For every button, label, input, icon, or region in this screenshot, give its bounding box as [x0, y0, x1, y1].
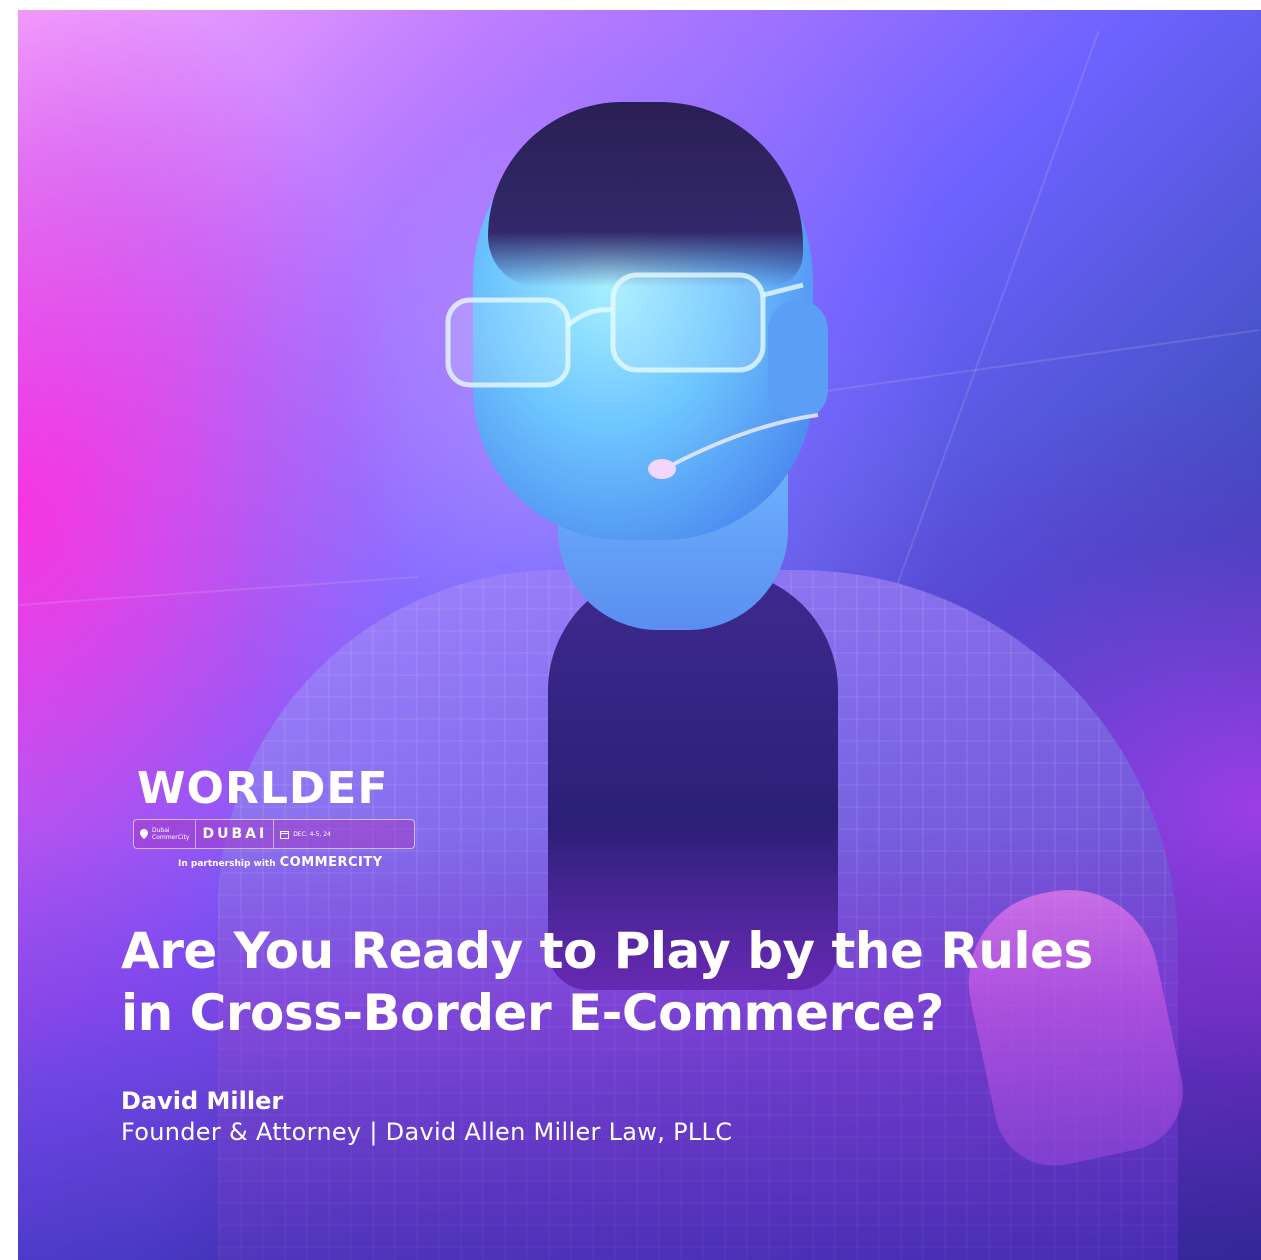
logo-info-bar: Dubai CommerCity DUBAI DEC. 4-5, 24	[133, 819, 415, 849]
location-line-2: CommerCity	[152, 834, 190, 841]
speaker-name: David Miller	[121, 1087, 284, 1115]
partner-text: In partnership with	[178, 859, 276, 869]
event-poster: WORLDEF Dubai CommerCity DUBAI DEC. 4-5,…	[18, 10, 1261, 1260]
partnership-line: In partnership with COMMERCITY	[178, 855, 433, 870]
event-date: DEC. 4-5, 24	[293, 830, 331, 838]
logo-city: DUBAI	[195, 820, 273, 848]
headline-line-1: Are You Ready to Play by the Rules	[121, 922, 1093, 980]
headset-mic-icon	[648, 413, 819, 479]
location-line-1: Dubai	[152, 827, 170, 834]
calendar-icon	[280, 830, 290, 839]
text-shade-overlay	[18, 830, 1261, 1260]
event-logo: WORLDEF Dubai CommerCity DUBAI DEC. 4-5,…	[133, 765, 433, 870]
glasses-icon	[445, 272, 804, 388]
location-pin-icon	[140, 829, 148, 839]
speaker-title: Founder & Attorney | David Allen Miller …	[121, 1118, 733, 1146]
session-headline: Are You Ready to Play by the Rules in Cr…	[121, 920, 1221, 1044]
logo-location: Dubai CommerCity	[134, 820, 195, 848]
logo-date: DEC. 4-5, 24	[273, 820, 337, 848]
logo-wordmark: WORLDEF	[137, 763, 389, 814]
partner-brand: COMMERCITY	[279, 855, 383, 870]
headline-line-2: in Cross-Border E-Commerce?	[121, 984, 944, 1042]
